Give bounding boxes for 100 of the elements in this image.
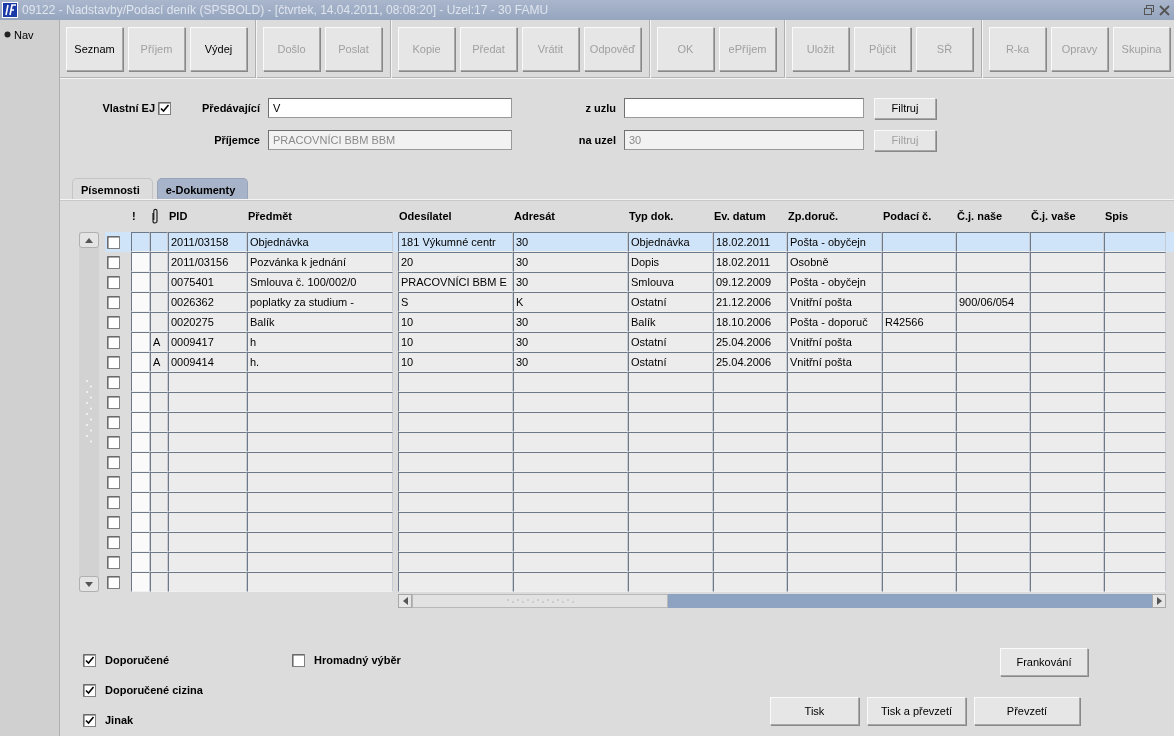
field-label: Příjemce <box>214 134 261 146</box>
row-checkbox[interactable] <box>107 295 120 309</box>
row-checkbox[interactable] <box>107 495 120 509</box>
table-cell <box>1104 292 1166 312</box>
scroll-right-button[interactable] <box>1152 594 1166 608</box>
table-cell: S <box>398 292 513 312</box>
table-cell <box>1104 492 1166 512</box>
table-cell: 20 <box>398 252 513 272</box>
action-button[interactable]: Tisk a převzetí <box>867 697 966 725</box>
table-cell: Ostatní <box>628 352 713 372</box>
tab[interactable]: Písemnosti <box>72 178 153 199</box>
action-button[interactable]: Tisk <box>770 697 859 725</box>
column-header[interactable]: Podací č. <box>883 210 932 222</box>
column-header[interactable]: Ev. datum <box>714 210 766 222</box>
table-cell <box>131 272 150 292</box>
column-header[interactable]: Zp.doruč. <box>788 210 839 222</box>
row-checkbox[interactable] <box>107 535 120 549</box>
table-cell <box>1104 432 1166 452</box>
row-checkbox[interactable] <box>107 575 120 589</box>
column-header[interactable]: Předmět <box>248 210 293 222</box>
column-header[interactable]: Č.j. naše <box>957 210 1003 222</box>
table-cell: 0009414 <box>168 352 247 372</box>
table-cell <box>150 552 168 572</box>
field-label: na uzel <box>578 134 617 146</box>
table-cell <box>131 292 150 312</box>
table-cell: Smlouva č. 100/002/0 <box>247 272 393 292</box>
row-checkbox[interactable] <box>107 395 120 409</box>
column-header[interactable]: Typ dok. <box>629 210 674 222</box>
table-cell <box>150 492 168 512</box>
table-cell: 18.10.2006 <box>713 312 787 332</box>
row-checkbox[interactable] <box>107 315 120 329</box>
row-checkbox[interactable] <box>107 235 120 249</box>
table-cell: Pošta - obyčejn <box>787 232 882 252</box>
table-cell <box>131 312 150 332</box>
table-cell <box>150 232 168 252</box>
table-row[interactable]: 2011/03158 Objednávka 181 Výkumné centr 30 Objednávka 18.02.2011 Pošta - obyčejn <box>105 232 1174 252</box>
filter-button[interactable]: Filtruj <box>874 97 936 119</box>
row-checkbox[interactable] <box>107 415 120 429</box>
checkbox[interactable] <box>83 653 96 667</box>
scrollbar-thumb[interactable] <box>412 594 668 608</box>
input-field[interactable]: V <box>268 98 512 118</box>
table-row[interactable]: A 0009414 h. 10 30 Ostatní 25.04.2006 Vnitřní pošta <box>105 352 1174 372</box>
row-checkbox[interactable] <box>107 435 120 449</box>
table-cell <box>1104 272 1166 292</box>
table-row[interactable]: 2011/03156 Pozvánka k jednání 20 30 Dopis 18.02.2011 Osobně <box>105 252 1174 272</box>
row-checkbox[interactable] <box>107 255 120 269</box>
checkbox-label: Doporučené <box>105 654 170 666</box>
table-cell: A <box>150 332 168 352</box>
table-row[interactable]: 0026362 poplatky za studium - S K Ostatní 21.12.2006 Vnitřní pošta 900/06/054 <box>105 292 1174 312</box>
table-cell <box>150 572 168 592</box>
table-cell <box>150 292 168 312</box>
nav-item[interactable]: Nav <box>14 28 34 41</box>
row-checkbox[interactable] <box>107 555 120 569</box>
row-checkbox[interactable] <box>107 375 120 389</box>
table-cell: A <box>150 352 168 372</box>
column-header[interactable]: Adresát <box>514 210 555 222</box>
table-cell: Vnitřní pošta <box>787 332 882 352</box>
toolbar-button[interactable]: Výdej <box>190 26 247 71</box>
table-cell: 09.12.2009 <box>713 272 787 292</box>
table-row[interactable]: 0075401 Smlouva č. 100/002/0 PRACOVNÍCI BBM E 30 Smlouva 09.12.2009 Pošta - obyčejn <box>105 272 1174 292</box>
column-header[interactable]: ! <box>132 210 136 222</box>
table-cell <box>131 412 150 432</box>
table-cell <box>1104 352 1166 372</box>
table-cell <box>150 452 168 472</box>
table-cell: 30 <box>513 352 628 372</box>
table-cell: Objednávka <box>247 232 393 252</box>
table-cell: 30 <box>513 252 628 272</box>
table-cell: h <box>247 332 393 352</box>
action-button[interactable]: Frankování <box>1000 648 1088 676</box>
checkbox[interactable] <box>292 653 305 667</box>
scroll-up-button[interactable] <box>79 232 99 248</box>
table-cell: poplatky za studium - <box>247 292 393 312</box>
scroll-left-button[interactable] <box>398 594 412 608</box>
checkbox-label: Jinak <box>105 714 134 726</box>
checkbox[interactable] <box>158 101 171 115</box>
table-cell <box>131 532 150 552</box>
row-checkbox[interactable] <box>107 335 120 349</box>
column-header[interactable]: Č.j. vaše <box>1031 210 1076 222</box>
row-checkbox[interactable] <box>107 355 120 369</box>
table-cell <box>131 552 150 572</box>
scroll-down-button[interactable] <box>79 576 99 592</box>
checkbox[interactable] <box>83 683 96 697</box>
checkbox[interactable] <box>83 713 96 727</box>
table-row[interactable]: A 0009417 h 10 30 Ostatní 25.04.2006 Vnitřní pošta <box>105 332 1174 352</box>
row-checkbox[interactable] <box>107 475 120 489</box>
row-checkbox[interactable] <box>107 275 120 289</box>
column-header[interactable]: Odesílatel <box>399 210 452 222</box>
table-cell: Ostatní <box>628 292 713 312</box>
input-field[interactable] <box>624 98 864 118</box>
column-header[interactable]: Spis <box>1105 210 1129 222</box>
table-cell <box>131 332 150 352</box>
table-cell <box>1104 472 1166 492</box>
action-button[interactable]: Převzetí <box>974 697 1080 725</box>
toolbar-button[interactable]: Seznam <box>66 26 123 71</box>
table-row[interactable]: 0020275 Balík 10 30 Balík 18.10.2006 Pošta - doporuč R42566 <box>105 312 1174 332</box>
row-checkbox[interactable] <box>107 515 120 529</box>
table-cell <box>1104 512 1166 532</box>
tab[interactable]: e-Dokumenty <box>156 178 249 199</box>
row-checkbox[interactable] <box>107 455 120 469</box>
column-header[interactable]: PID <box>169 210 188 222</box>
